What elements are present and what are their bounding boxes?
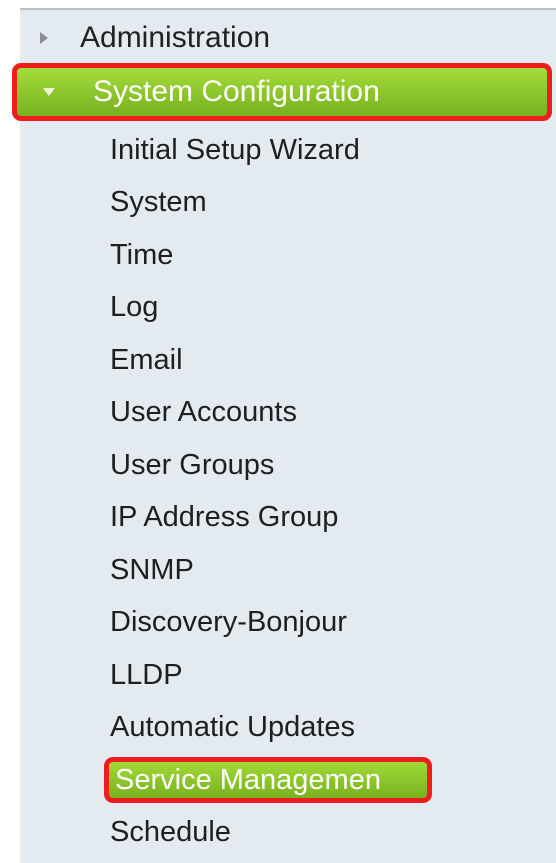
triangle-down-icon — [43, 88, 55, 96]
submenu-item-automatic-updates[interactable]: Automatic Updates — [110, 702, 432, 755]
nav-section-administration-label: Administration — [80, 21, 271, 54]
submenu-item-system[interactable]: System — [110, 177, 432, 230]
triangle-right-icon — [40, 32, 48, 44]
submenu-item-ip-address-group[interactable]: IP Address Group — [110, 492, 432, 545]
submenu-item-email[interactable]: Email — [110, 334, 432, 387]
navigation-frame: Administration System Configuration Init… — [0, 0, 556, 863]
submenu-item-time[interactable]: Time — [110, 229, 432, 282]
submenu-item-initial-setup-wizard[interactable]: Initial Setup Wizard — [110, 124, 432, 177]
submenu-item-service-management-label: Service Managemen — [104, 757, 432, 804]
submenu-item-snmp[interactable]: SNMP — [110, 544, 432, 597]
nav-section-system-configuration-label: System Configuration — [93, 75, 380, 108]
submenu-item-log[interactable]: Log — [110, 282, 432, 335]
submenu-item-lldp[interactable]: LLDP — [110, 649, 432, 702]
system-configuration-submenu: Initial Setup Wizard System Time Log Ema… — [104, 124, 432, 860]
submenu-item-user-groups[interactable]: User Groups — [110, 439, 432, 492]
nav-section-administration[interactable]: Administration — [20, 12, 556, 64]
submenu-item-discovery-bonjour[interactable]: Discovery-Bonjour — [110, 597, 432, 650]
submenu-item-schedule[interactable]: Schedule — [110, 807, 432, 860]
submenu-item-service-management[interactable]: Service Managemen — [104, 754, 432, 807]
submenu-item-user-accounts[interactable]: User Accounts — [110, 387, 432, 440]
nav-section-system-configuration[interactable]: System Configuration — [12, 63, 552, 121]
